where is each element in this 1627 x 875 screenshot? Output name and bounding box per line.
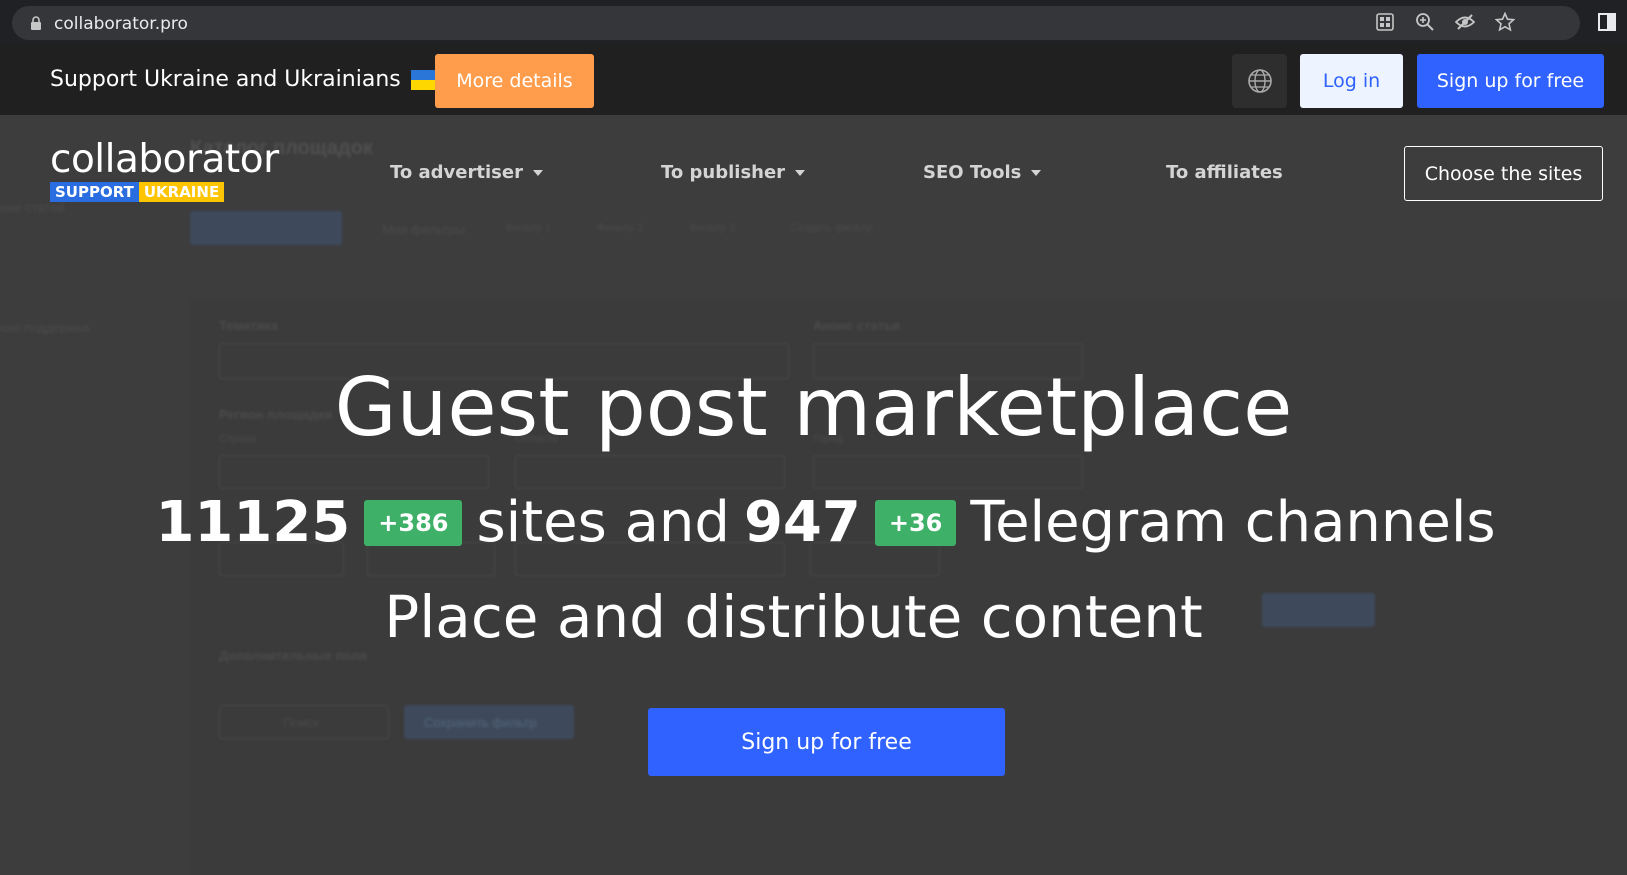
url-text: collaborator.pro <box>54 14 188 34</box>
eye-off-icon[interactable] <box>1453 10 1477 34</box>
bg-field-label: Анонс статьи <box>813 318 901 333</box>
apps-icon[interactable] <box>1373 10 1397 34</box>
nav-label: To advertiser <box>390 162 523 183</box>
bg-field-label: Тематика <box>219 318 279 333</box>
bg-button-label: Сохранить фильтр <box>424 715 537 730</box>
signup-button-hero[interactable]: Sign up for free <box>648 708 1005 776</box>
zoom-icon[interactable] <box>1413 10 1437 34</box>
hero-subtitle: Place and distribute content <box>384 583 1203 651</box>
bg-filter-chip: Фильтр 2 <box>597 222 644 234</box>
nav-to-affiliates[interactable]: To affiliates <box>1166 162 1283 183</box>
nav-label: To publisher <box>661 162 786 183</box>
chevron-down-icon <box>532 169 543 176</box>
bg-field-box <box>813 455 1083 489</box>
badge-support: SUPPORT <box>50 182 139 202</box>
bg-button-label: Поиск <box>283 715 320 730</box>
hero-stats: 11125 +386 sites and 947 +36 Telegram ch… <box>12 490 1627 555</box>
channels-text: Telegram channels <box>970 490 1496 555</box>
collaborator-logo[interactable]: collaborator SUPPORT UKRAINE <box>50 140 279 202</box>
banner-text: Support Ukraine and Ukrainians <box>50 67 439 92</box>
bg-filter-chip: Фильтр 3 <box>689 222 736 234</box>
hero-title: Guest post marketplace <box>334 361 1293 454</box>
bg-field-box <box>219 455 489 489</box>
nav-seo-tools[interactable]: SEO Tools <box>923 162 1042 183</box>
bg-sidebar-item: кая поддержка <box>0 320 90 335</box>
sites-text: sites and <box>476 490 730 555</box>
signup-button-header[interactable]: Sign up for free <box>1417 54 1604 108</box>
nav-label: SEO Tools <box>923 162 1022 183</box>
bg-filter-button <box>190 211 342 245</box>
bg-filter-chip: Фильтр 1 <box>505 222 552 234</box>
bg-sidebar-item: ние статей <box>0 200 65 215</box>
choose-sites-button[interactable]: Choose the sites <box>1404 146 1603 201</box>
badge-ukraine: UKRAINE <box>138 182 225 202</box>
sites-count: 11125 <box>155 490 351 555</box>
lock-icon <box>31 16 41 30</box>
bg-field-box <box>515 455 785 489</box>
bg-field-label: Дополнительные поля <box>219 648 367 663</box>
bg-filter-label: Мои фильтры <box>382 222 465 237</box>
banner-message: Support Ukraine and Ukrainians <box>50 67 401 92</box>
address-bar[interactable]: collaborator.pro <box>12 6 1580 40</box>
logo-text: collaborator <box>50 137 279 182</box>
more-details-button[interactable]: More details <box>435 54 594 108</box>
language-button[interactable] <box>1232 54 1287 108</box>
support-ukraine-badge: SUPPORT UKRAINE <box>50 182 279 202</box>
browser-chrome: collaborator.pro <box>0 0 1627 45</box>
sidebar-icon[interactable] <box>1595 10 1619 34</box>
nav-label: To affiliates <box>1166 162 1283 183</box>
bg-filter-chip: Создать фильтр <box>790 222 873 234</box>
chevron-down-icon <box>795 169 806 176</box>
support-ukraine-banner: Support Ukraine and Ukrainians More deta… <box>0 45 1627 115</box>
sites-delta-badge: +386 <box>364 499 463 546</box>
channels-count: 947 <box>743 490 861 555</box>
channels-delta-badge: +36 <box>874 499 957 546</box>
nav-to-publisher[interactable]: To publisher <box>661 162 806 183</box>
nav-to-advertiser[interactable]: To advertiser <box>390 162 543 183</box>
globe-icon <box>1247 69 1272 93</box>
star-icon[interactable] <box>1493 10 1517 34</box>
chevron-down-icon <box>1031 169 1042 176</box>
login-button[interactable]: Log in <box>1300 54 1403 108</box>
